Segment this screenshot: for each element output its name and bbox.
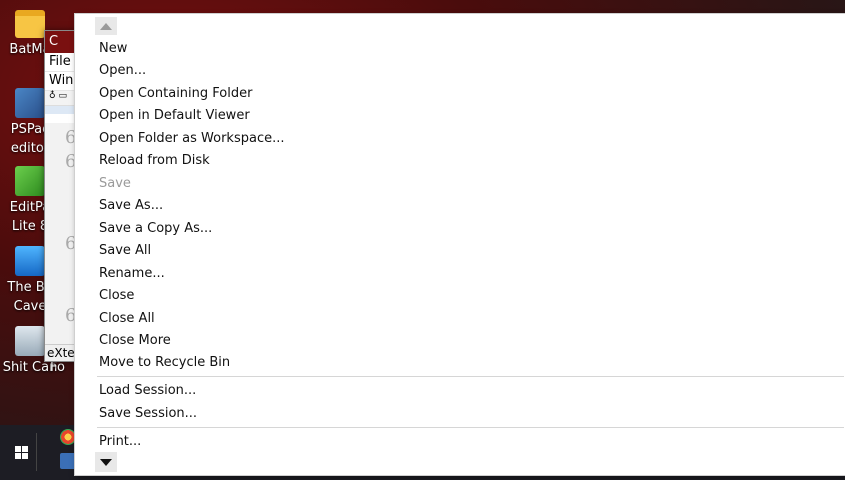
menu-item-save-session[interactable]: Save Session...	[75, 403, 845, 425]
menu-item-reload-from-disk[interactable]: Reload from Disk	[75, 150, 845, 172]
menu-item-save: Save	[99, 176, 131, 191]
menu-scroll-up-button[interactable]	[95, 17, 117, 35]
start-button[interactable]	[6, 437, 36, 467]
menu-item-open[interactable]: Open...	[75, 60, 845, 82]
monitor-icon	[15, 246, 45, 276]
menu-item-close[interactable]: Close	[75, 285, 845, 307]
menu-separator	[97, 427, 844, 428]
arrow-up-icon	[100, 22, 112, 30]
taskbar-divider	[36, 433, 37, 471]
menu-item-save-as[interactable]: Save As...	[75, 195, 845, 217]
app-title: C	[49, 34, 59, 49]
menu-item-open-folder-as-workspace[interactable]: Open Folder as Workspace...	[75, 128, 845, 150]
desktop-icon-label-line2: Cave	[13, 299, 47, 314]
pspad-icon	[15, 88, 45, 118]
desktop-icon-label: Fo	[50, 360, 65, 375]
recycle-bin-icon	[15, 326, 45, 356]
menu-item-save-all[interactable]: Save All	[75, 240, 845, 262]
menu-item-rename[interactable]: Rename...	[75, 263, 845, 285]
menu-item-print[interactable]: Print...	[75, 431, 845, 453]
editpad-icon	[15, 166, 45, 196]
line-number-gutter: 6 6 6 6	[45, 123, 76, 345]
menu-item-new[interactable]: New	[75, 38, 845, 60]
menu-item-close-more[interactable]: Close More	[75, 330, 845, 352]
windows-logo-icon	[14, 445, 28, 459]
menu-separator	[97, 376, 844, 377]
file-context-menu: New Open... Open Containing Folder Open …	[74, 13, 845, 476]
menu-item-open-in-default-viewer[interactable]: Open in Default Viewer	[75, 105, 845, 127]
menu-item-save-a-copy-as[interactable]: Save a Copy As...	[75, 218, 845, 240]
desktop-icon-label-line2: Lite 8	[11, 219, 49, 234]
menu-item-move-to-recycle-bin[interactable]: Move to Recycle Bin	[75, 352, 845, 374]
menu-item-open-containing-folder[interactable]: Open Containing Folder	[75, 83, 845, 105]
arrow-down-icon	[100, 458, 112, 466]
folder-icon	[15, 10, 45, 38]
menu-scroll-down-button[interactable]	[95, 452, 117, 472]
menu-item-close-all[interactable]: Close All	[75, 308, 845, 330]
menu-item-load-session[interactable]: Load Session...	[75, 380, 845, 402]
